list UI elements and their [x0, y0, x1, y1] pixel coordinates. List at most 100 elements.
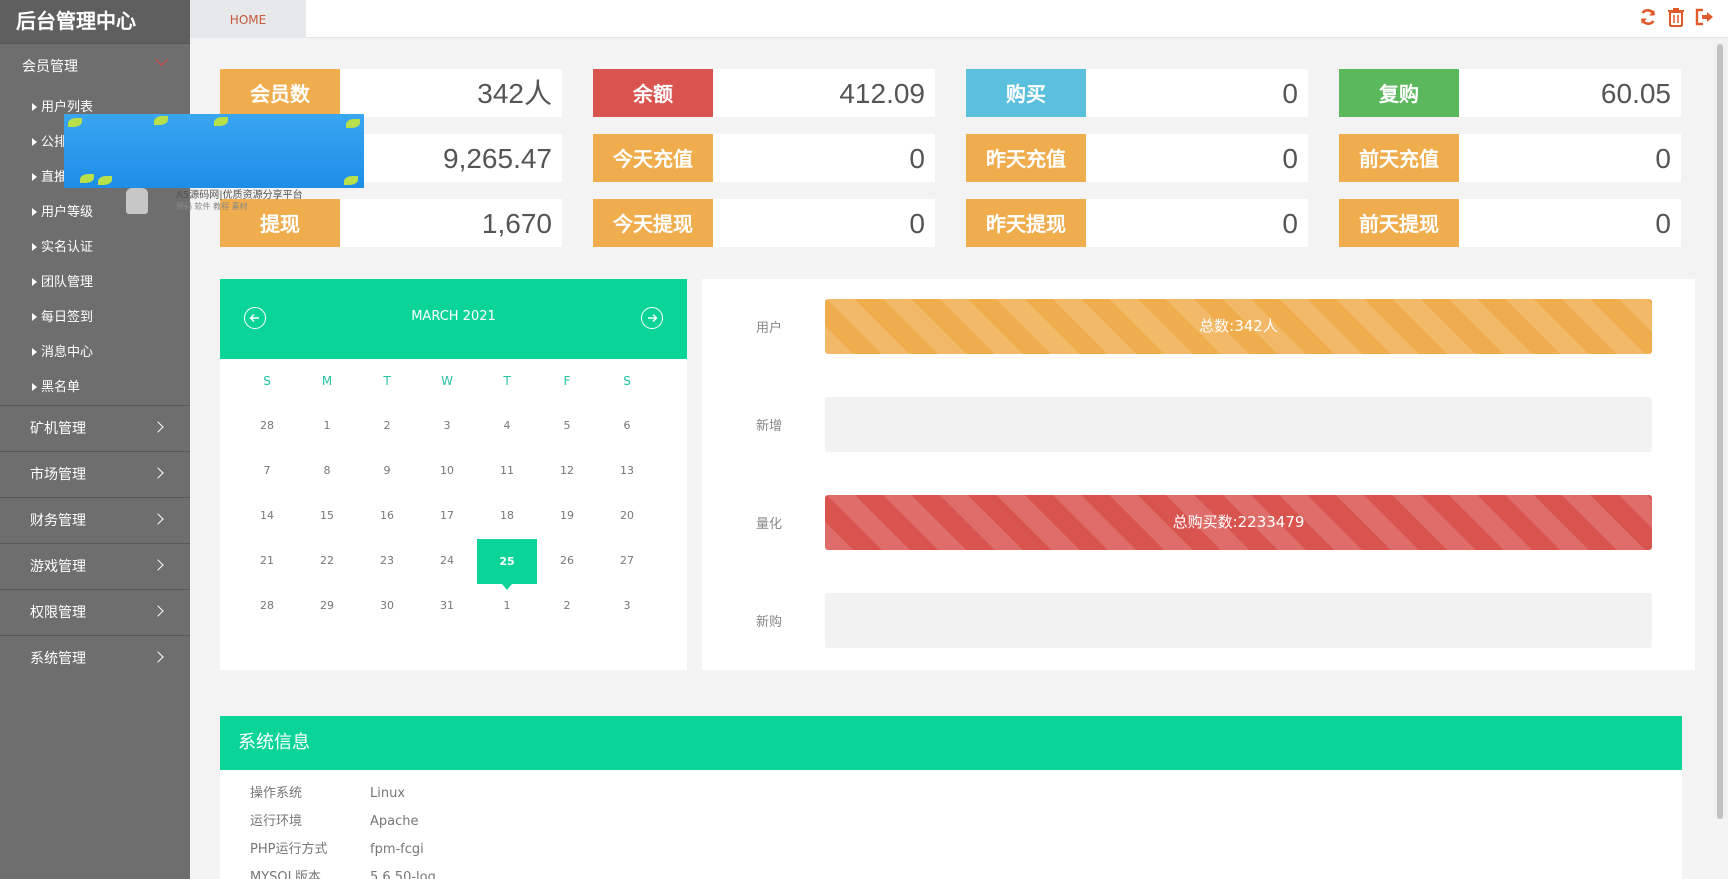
stat-card-withdraw-2days: 前天提现 0 [1339, 199, 1681, 247]
calendar-day[interactable]: 17 [417, 506, 477, 551]
calendar-day[interactable]: 1 [297, 416, 357, 461]
progress-label-users: 用户 [756, 321, 783, 336]
calendar-day[interactable]: 13 [597, 461, 657, 506]
stat-value: 9,265.47 [443, 143, 552, 174]
menu-market[interactable]: 市场管理 [0, 451, 190, 497]
system-info-row: PHP运行方式 fpm-fcgi [220, 836, 1682, 864]
calendar-day[interactable]: 2 [357, 416, 417, 461]
system-info-key: PHP运行方式 [250, 842, 328, 857]
calendar-day[interactable]: 1 [477, 596, 537, 641]
calendar-day[interactable]: 2 [537, 596, 597, 641]
calendar-day[interactable]: 12 [537, 461, 597, 506]
calendar-week-row: 14 15 16 17 18 19 20 [237, 506, 667, 551]
calendar-day[interactable]: 7 [237, 461, 297, 506]
calendar-day[interactable]: 19 [537, 506, 597, 551]
sidebar-item-team[interactable]: 团队管理 [0, 265, 190, 300]
calendar-day[interactable]: 10 [417, 461, 477, 506]
calendar-next-button[interactable] [641, 307, 663, 329]
sidebar-item-label: 每日签到 [41, 310, 94, 325]
menu-member-management[interactable]: 会员管理 [0, 44, 190, 90]
stat-card-balance: 余额 412.09 [593, 69, 935, 117]
tab-home[interactable]: HOME [190, 0, 306, 38]
system-info-value: 5.6.50-log [370, 870, 436, 879]
leaf-icon [214, 117, 228, 126]
calendar-day[interactable]: 20 [597, 506, 657, 551]
calendar-day[interactable]: 16 [357, 506, 417, 551]
sidebar-item-daily-checkin[interactable]: 每日签到 [0, 300, 190, 335]
sidebar-item-blacklist[interactable]: 黑名单 [0, 370, 190, 405]
menu-group-label: 游戏管理 [30, 559, 86, 575]
caret-right-icon [32, 278, 37, 286]
menu-group-label: 系统管理 [30, 651, 86, 667]
system-info-key: 操作系统 [250, 786, 303, 801]
leaf-icon [346, 119, 360, 128]
stat-value: 0 [1282, 143, 1298, 174]
page-scrollbar[interactable] [1714, 44, 1726, 819]
weekday-label: T [383, 374, 391, 388]
system-info-value: Apache [370, 814, 419, 829]
logout-icon[interactable] [1694, 7, 1714, 27]
menu-permissions[interactable]: 权限管理 [0, 589, 190, 635]
stat-value: 0 [909, 143, 925, 174]
calendar-day[interactable]: 8 [297, 461, 357, 506]
calendar-day[interactable]: 4 [477, 416, 537, 461]
chevron-right-icon [152, 559, 164, 571]
progress-bar-quant: 总购买数:2233479 [825, 495, 1652, 550]
calendar-day[interactable]: 29 [297, 596, 357, 641]
calendar-day[interactable]: 30 [357, 596, 417, 641]
calendar-day[interactable]: 6 [597, 416, 657, 461]
calendar-day-today[interactable]: 25 [477, 539, 537, 590]
system-info-key: 运行环境 [250, 814, 303, 829]
sidebar-item-label: 用户等级 [41, 205, 94, 220]
stat-label: 前天充值 [1339, 134, 1459, 182]
menu-games[interactable]: 游戏管理 [0, 543, 190, 589]
stat-label: 前天提现 [1339, 199, 1459, 247]
calendar-day[interactable]: 15 [297, 506, 357, 551]
leaf-icon [344, 176, 358, 185]
stat-label: 昨天充值 [966, 134, 1086, 182]
calendar-day[interactable]: 21 [237, 551, 297, 596]
ad-subcaption-text: 源码 软件 教程 素材 [176, 202, 248, 211]
stat-label: 会员数 [220, 69, 340, 117]
calendar-day[interactable]: 28 [237, 596, 297, 641]
calendar-day[interactable]: 24 [417, 551, 477, 596]
stat-label: 昨天提现 [966, 199, 1086, 247]
leaf-icon [80, 174, 94, 183]
calendar-day[interactable]: 26 [537, 551, 597, 596]
stat-label: 购买 [966, 69, 1086, 117]
menu-group-label: 财务管理 [30, 513, 86, 529]
chevron-right-icon [152, 467, 164, 479]
menu-finance[interactable]: 财务管理 [0, 497, 190, 543]
calendar-day[interactable]: 5 [537, 416, 597, 461]
calendar-day[interactable]: 28 [237, 416, 297, 461]
calendar-day[interactable]: 27 [597, 551, 657, 596]
sidebar-item-verification[interactable]: 实名认证 [0, 230, 190, 265]
calendar-day[interactable]: 11 [477, 461, 537, 506]
calendar-day[interactable]: 23 [357, 551, 417, 596]
trash-icon[interactable] [1666, 7, 1686, 27]
refresh-icon[interactable] [1638, 7, 1658, 27]
stat-value: 0 [1655, 208, 1671, 239]
menu-system[interactable]: 系统管理 [0, 635, 190, 681]
top-actions [1638, 7, 1714, 27]
overlay-ad-banner[interactable] [64, 114, 364, 188]
calendar-day[interactable]: 3 [597, 596, 657, 641]
sidebar-item-user-level[interactable]: 用户等级 [0, 195, 190, 230]
stat-value: 342人 [477, 78, 552, 109]
calendar-day[interactable]: 14 [237, 506, 297, 551]
scrollbar-thumb[interactable] [1717, 44, 1723, 819]
menu-group-label: 矿机管理 [30, 421, 86, 437]
system-info-key: MYSQL版本 [250, 870, 321, 879]
progress-label-new: 新增 [756, 419, 783, 434]
menu-mining-machines[interactable]: 矿机管理 [0, 405, 190, 451]
calendar-day[interactable]: 9 [357, 461, 417, 506]
calendar-day[interactable]: 3 [417, 416, 477, 461]
system-info-row: MYSQL版本 5.6.50-log [220, 864, 1682, 879]
calendar-day[interactable]: 22 [297, 551, 357, 596]
stat-value: 1,670 [481, 208, 552, 239]
menu-member-management-label: 会员管理 [22, 59, 78, 75]
calendar-day[interactable]: 31 [417, 596, 477, 641]
sidebar-item-messages[interactable]: 消息中心 [0, 335, 190, 370]
top-bar: HOME [190, 0, 1728, 38]
stat-label: 今天充值 [593, 134, 713, 182]
